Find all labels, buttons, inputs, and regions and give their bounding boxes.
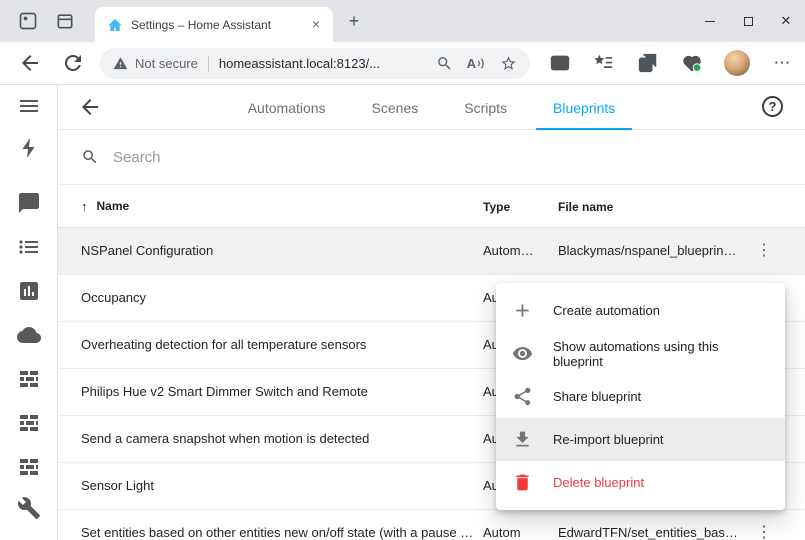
download-icon [512,429,533,450]
workspaces-icon[interactable] [18,11,38,31]
favorite-star-icon[interactable] [500,55,517,72]
tab-close-icon[interactable]: × [307,16,325,34]
new-tab-button[interactable]: + [342,10,366,34]
eye-icon [512,343,533,364]
browser-titlebar: Settings – Home Assistant × + ✕ [0,0,805,42]
window-minimize-button[interactable] [691,0,729,42]
window-close-button[interactable]: ✕ [767,0,805,42]
refresh-icon[interactable] [61,51,85,75]
zoom-icon[interactable] [436,55,453,72]
help-icon[interactable]: ? [762,96,783,117]
browser-toolbar: Not secure homeassistant.local:8123/... … [0,42,805,85]
row-overflow-menu-icon[interactable]: ⋮ [752,521,776,540]
menu-item-reimport-blueprint[interactable]: Re-import blueprint [496,418,785,461]
search-row [58,130,805,185]
chat-icon[interactable] [17,191,41,215]
ha-tab-bar: Automations Scenes Scripts Blueprints [118,85,745,130]
split-screen-icon[interactable] [549,52,571,74]
tab-automations[interactable]: Automations [225,85,349,130]
panel-icon-2[interactable] [17,411,41,435]
search-icon [81,148,99,166]
panel-icon-1[interactable] [17,367,41,391]
tab-scripts[interactable]: Scripts [441,85,530,130]
window-maximize-button[interactable] [729,0,767,42]
collections-icon[interactable] [637,52,659,74]
plus-icon [512,300,533,321]
energy-icon[interactable] [17,136,41,160]
tab-title: Settings – Home Assistant [131,18,299,32]
share-icon [512,386,533,407]
column-header-type[interactable]: Type [483,200,510,214]
table-header: ↑ Name Type File name [58,185,805,228]
column-header-name[interactable]: ↑ Name [81,185,129,227]
favorites-icon[interactable] [592,52,614,74]
tab-blueprints[interactable]: Blueprints [530,85,638,130]
window-controls: ✕ [691,0,805,42]
menu-item-show-automations[interactable]: Show automations using this blueprint [496,332,785,375]
column-header-file-name[interactable]: File name [558,200,613,214]
minimize-icon [705,21,715,22]
cloud-icon[interactable] [17,323,41,347]
tab-scenes[interactable]: Scenes [349,85,442,130]
blueprint-context-menu: Create automation Show automations using… [496,283,785,510]
ha-sidebar [0,85,58,540]
developer-tools-icon[interactable] [17,496,41,520]
menu-item-delete-blueprint[interactable]: Delete blueprint [496,461,785,504]
tab-actions-icon[interactable] [55,11,75,31]
menu-item-create-automation[interactable]: Create automation [496,289,785,332]
home-assistant-logo-icon [107,17,123,33]
search-input[interactable] [113,149,413,166]
browser-menu-icon[interactable]: ⋯ [771,52,793,74]
ha-back-icon[interactable] [78,95,102,119]
url-text: homeassistant.local:8123/... [219,56,420,71]
table-row[interactable]: Set entities based on other entities new… [58,510,805,540]
trash-icon [512,472,533,493]
logbook-icon[interactable] [17,235,41,259]
security-label: Not secure [135,56,198,71]
divider [208,56,209,72]
maximize-icon [744,17,753,26]
history-icon[interactable] [17,279,41,303]
row-overflow-menu-icon[interactable]: ⋮ [752,239,776,263]
read-aloud-icon[interactable]: A [467,56,484,71]
back-icon[interactable] [18,51,42,75]
ha-header: Automations Scenes Scripts Blueprints ? [58,85,805,130]
panel-icon-3[interactable] [17,455,41,479]
not-secure-warning-icon [113,56,128,71]
profile-avatar[interactable] [724,50,750,76]
table-row[interactable]: NSPanel Configuration Autom… Blackymas/n… [58,228,805,275]
browser-essentials-icon[interactable] [681,52,703,74]
menu-icon[interactable] [17,94,41,118]
address-bar[interactable]: Not secure homeassistant.local:8123/... … [100,48,530,79]
sort-ascending-icon: ↑ [81,199,88,214]
browser-tab[interactable]: Settings – Home Assistant × [95,7,333,42]
menu-item-share-blueprint[interactable]: Share blueprint [496,375,785,418]
